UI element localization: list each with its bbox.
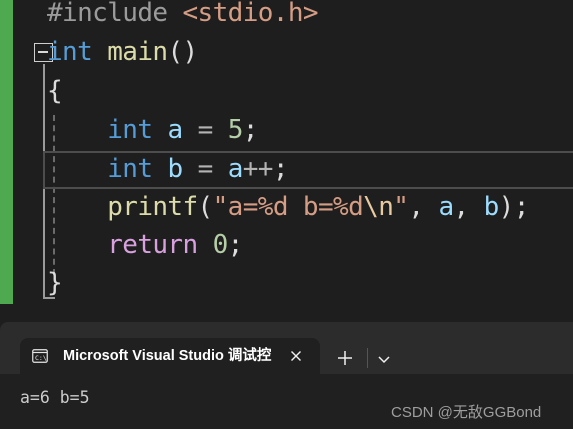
code-token: int [47,37,93,67]
console-icon: C:\ [32,349,48,363]
code-token: "a=%d b=%d [212,192,364,222]
code-editor[interactable]: #include <stdio.h> int main() { int a = … [0,0,573,304]
debug-console-window[interactable]: C:\ Microsoft Visual Studio 调试控 a=6 b=5 … [0,322,573,429]
code-line-6[interactable]: printf("a=%d b=%d\n", a, b); [47,188,529,227]
code-token: 0 [212,230,229,260]
code-line-2[interactable]: int main() [47,33,198,72]
code-token: \n [363,192,394,222]
code-token: b [167,154,183,184]
code-token: = [182,154,228,184]
code-token: , [453,192,484,222]
code-token: #include [47,0,183,28]
code-token: ( [197,192,214,222]
code-token: a [438,192,454,222]
code-line-5[interactable]: int b = a++; [47,150,288,189]
button-divider [367,348,368,368]
plus-icon[interactable] [333,346,357,370]
console-output[interactable]: a=6 b=5 [20,388,90,407]
svg-text:C:\: C:\ [35,354,47,362]
code-token: main [107,37,168,67]
code-token: return [107,230,198,260]
code-token: int [107,154,153,184]
code-token: { [47,76,63,106]
code-token: } [47,268,63,298]
code-line-7[interactable]: return 0; [47,226,243,265]
tab-strip: C:\ Microsoft Visual Studio 调试控 [0,322,573,374]
change-tracking-bar [0,0,13,304]
code-token: 5 [227,115,244,145]
tab-title: Microsoft Visual Studio 调试控 [63,348,272,364]
code-token: printf [107,192,198,222]
code-token: , [408,192,439,222]
code-line-1[interactable]: #include <stdio.h> [47,0,319,33]
code-token: a [227,154,244,184]
code-token: () [167,37,198,67]
code-token: " [393,192,409,222]
code-token: ); [498,192,530,222]
code-token: ; [272,154,289,184]
code-token: = [182,115,228,145]
code-line-3[interactable]: { [47,72,63,111]
code-token: ; [242,115,259,145]
code-line-8[interactable]: } [47,264,63,303]
code-token: ; [227,230,244,260]
code-token: <stdio.h> [182,0,318,28]
tab-debug-console[interactable]: C:\ Microsoft Visual Studio 调试控 [20,338,320,374]
watermark: CSDN @无敌GGBond [391,404,542,421]
chevron-down-icon[interactable] [373,348,395,370]
code-line-4[interactable]: int a = 5; [47,111,258,150]
code-token: ++ [242,154,274,184]
code-token: int [107,115,153,145]
code-token: a [167,115,183,145]
code-token: b [483,192,500,222]
outlining-margin [13,0,55,304]
close-icon[interactable] [286,346,306,366]
